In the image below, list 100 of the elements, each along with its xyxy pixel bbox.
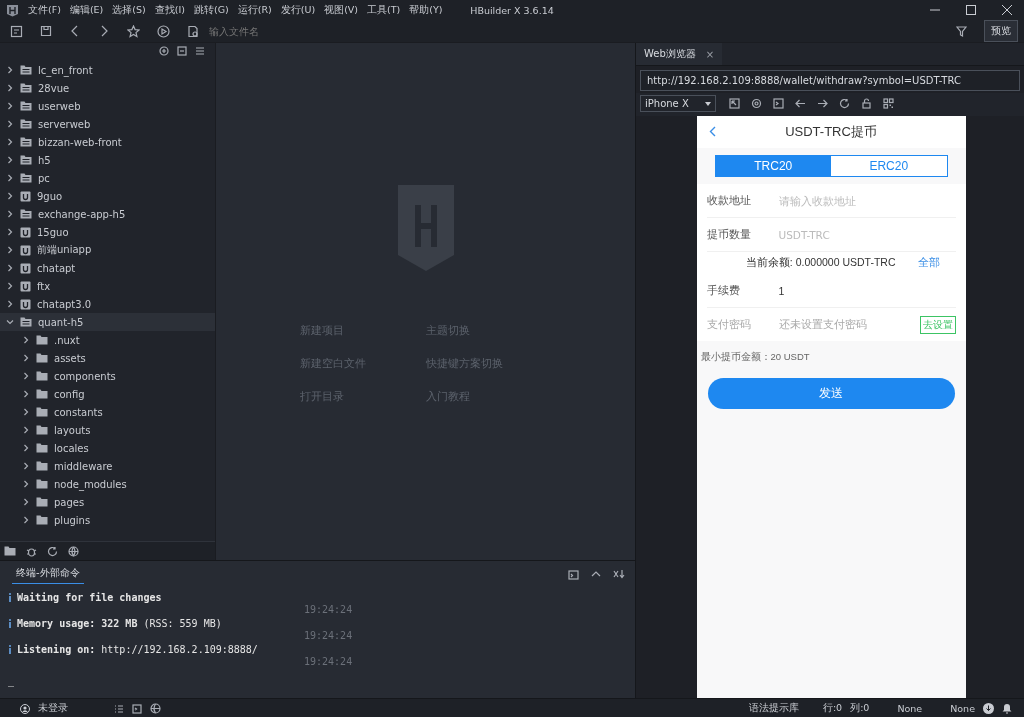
new-file-icon[interactable]: [10, 24, 23, 38]
tree-item[interactable]: chatapt: [0, 259, 215, 277]
input-field[interactable]: USDT-TRC: [778, 228, 956, 241]
tree-item[interactable]: assets: [0, 349, 215, 367]
encoding-status[interactable]: None: [897, 703, 923, 714]
tree-item[interactable]: components: [0, 367, 215, 385]
tree-item[interactable]: plugins: [0, 511, 215, 529]
tree-item[interactable]: 28vue: [0, 79, 215, 97]
tree-item[interactable]: quant-h5: [0, 313, 215, 331]
bug-icon[interactable]: [26, 545, 37, 557]
input-field[interactable]: 请输入收款地址: [778, 194, 956, 207]
console-icon[interactable]: [132, 703, 142, 714]
menu-item[interactable]: 工具(T): [367, 3, 401, 17]
chevron-right-icon[interactable]: [6, 192, 14, 200]
chevron-right-icon[interactable]: [22, 354, 30, 362]
chevron-right-icon[interactable]: [22, 390, 30, 398]
tree-item[interactable]: middleware: [0, 457, 215, 475]
clear-icon[interactable]: [613, 569, 625, 579]
chevron-down-icon[interactable]: [6, 318, 14, 326]
tree-item[interactable]: 前端uniapp: [0, 241, 215, 259]
tree-item[interactable]: constants: [0, 403, 215, 421]
chevron-right-icon[interactable]: [22, 498, 30, 506]
chevron-right-icon[interactable]: [22, 336, 30, 344]
menu-item[interactable]: 文件(F): [28, 3, 61, 17]
run-icon[interactable]: [157, 24, 170, 38]
menu-item[interactable]: 视图(V): [324, 3, 359, 17]
login-status[interactable]: 未登录: [38, 702, 68, 715]
tree-item[interactable]: pages: [0, 493, 215, 511]
console-icon[interactable]: [773, 98, 784, 109]
bell-icon[interactable]: [1002, 703, 1012, 714]
menu-item[interactable]: 发行(U): [280, 3, 316, 17]
chevron-right-icon[interactable]: [6, 156, 14, 164]
tree-item[interactable]: ftx: [0, 277, 215, 295]
tree-item[interactable]: bizzan-web-front: [0, 133, 215, 151]
settings-icon[interactable]: [751, 98, 762, 109]
tree-item[interactable]: layouts: [0, 421, 215, 439]
user-icon[interactable]: [20, 703, 30, 714]
arrow-right-icon[interactable]: [817, 98, 828, 109]
chevron-right-icon[interactable]: [6, 300, 14, 308]
url-field[interactable]: http://192.168.2.109:8888/wallet/withdraw?symbol=USDT-TRC: [640, 70, 1020, 91]
chevron-right-icon[interactable]: [6, 66, 14, 74]
menu-item[interactable]: 运行(R): [237, 3, 272, 17]
collapse-icon[interactable]: [177, 46, 187, 56]
network-tab[interactable]: ERC20: [831, 156, 947, 176]
all-link[interactable]: 全部: [917, 256, 940, 270]
tree-item[interactable]: 15guo: [0, 223, 215, 241]
chevron-right-icon[interactable]: [6, 264, 14, 272]
chevron-right-icon[interactable]: [22, 444, 30, 452]
chevron-right-icon[interactable]: [22, 372, 30, 380]
qr-code-icon[interactable]: [883, 98, 894, 109]
chevron-right-icon[interactable]: [22, 408, 30, 416]
globe-icon[interactable]: [68, 545, 79, 557]
terminal-tab[interactable]: 终端-外部命令: [12, 564, 84, 584]
add-circle-icon[interactable]: [159, 46, 169, 56]
maximize-icon[interactable]: [966, 5, 976, 15]
new-terminal-icon[interactable]: [568, 568, 579, 580]
file-search-field[interactable]: 输入文件名: [209, 23, 329, 39]
chevron-right-icon[interactable]: [22, 426, 30, 434]
chevron-right-icon[interactable]: [6, 120, 14, 128]
close-icon[interactable]: [1002, 5, 1012, 15]
star-icon[interactable]: [127, 24, 140, 38]
tree-item[interactable]: pc: [0, 169, 215, 187]
download-icon[interactable]: [983, 703, 994, 714]
tab-close-button[interactable]: ×: [705, 48, 715, 60]
syntax-library-status[interactable]: 语法提示库: [748, 702, 799, 715]
preview-button[interactable]: 预览: [984, 20, 1018, 42]
menu-icon[interactable]: [195, 46, 205, 56]
popout-icon[interactable]: [729, 98, 740, 109]
chevron-right-icon[interactable]: [6, 102, 14, 110]
send-button[interactable]: 发送: [707, 378, 955, 409]
back-icon[interactable]: [708, 126, 716, 137]
arrow-left-icon[interactable]: [795, 98, 806, 109]
network-tab[interactable]: TRC20: [715, 156, 831, 176]
device-dropdown[interactable]: iPhone X: [640, 95, 716, 112]
chevron-right-icon[interactable]: [6, 282, 14, 290]
menu-item[interactable]: 查找(I): [154, 3, 185, 17]
chevron-right-icon[interactable]: [22, 480, 30, 488]
sync-icon[interactable]: [47, 545, 58, 557]
tree-item[interactable]: config: [0, 385, 215, 403]
tree-item[interactable]: exchange-app-h5: [0, 205, 215, 223]
tree-item[interactable]: userweb: [0, 97, 215, 115]
chevron-up-icon[interactable]: [591, 569, 601, 579]
globe-icon[interactable]: [150, 703, 161, 714]
chevron-right-icon[interactable]: [6, 210, 14, 218]
tree-item[interactable]: chatapt3.0: [0, 295, 215, 313]
tree-item[interactable]: node_modules: [0, 475, 215, 493]
chevron-right-icon[interactable]: [22, 462, 30, 470]
tree-item[interactable]: locales: [0, 439, 215, 457]
chevron-right-icon[interactable]: [6, 174, 14, 182]
refresh-icon[interactable]: [839, 98, 850, 109]
tree-item[interactable]: .nuxt: [0, 331, 215, 349]
menu-item[interactable]: 编辑(E): [69, 3, 104, 17]
menu-item[interactable]: 选择(S): [112, 3, 146, 17]
tree-item[interactable]: 9guo: [0, 187, 215, 205]
menu-item[interactable]: 跳转(G): [194, 3, 229, 17]
tree-item[interactable]: h5: [0, 151, 215, 169]
tree-item[interactable]: lc_en_front: [0, 61, 215, 79]
chevron-right-icon[interactable]: [6, 228, 14, 236]
folder-icon[interactable]: [4, 546, 16, 556]
chevron-right-icon[interactable]: [6, 246, 14, 254]
